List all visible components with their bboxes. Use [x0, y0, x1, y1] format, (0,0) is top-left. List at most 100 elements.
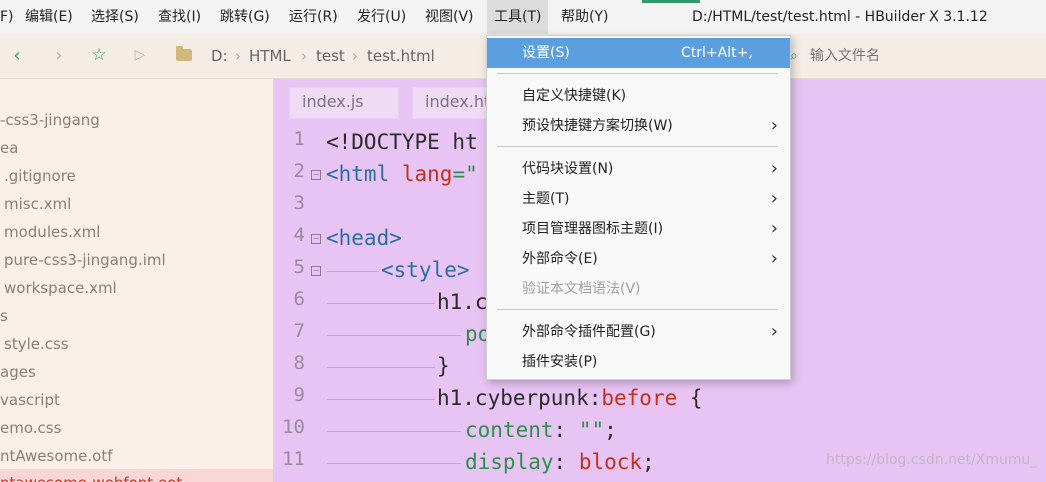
tree-item[interactable]: .gitignore	[4, 162, 76, 190]
menu-help[interactable]: 帮助(Y)	[561, 0, 608, 34]
code-line-8: }	[437, 350, 450, 382]
line-number: 11	[282, 448, 305, 470]
code-line-1: <!DOCTYPE ht	[326, 126, 478, 158]
tree-item[interactable]: ages	[0, 358, 36, 386]
run-icon[interactable]: ▷	[127, 42, 153, 68]
menu-edit[interactable]: 编辑(E)	[25, 0, 73, 34]
code-prop: display	[465, 450, 554, 474]
menu-item-label: 自定义快捷键(K)	[522, 88, 627, 104]
breadcrumb-file[interactable]: test.html	[367, 34, 435, 78]
indent-guide	[327, 431, 461, 432]
menu-item-label: 代码块设置(N)	[522, 161, 614, 177]
tree-item[interactable]: s	[0, 302, 8, 330]
forward-icon[interactable]: ›	[46, 42, 72, 68]
menu-item-settings[interactable]: 设置(S) Ctrl+Alt+,	[487, 38, 790, 68]
menu-item-label: 验证本文档语法(V)	[522, 281, 641, 297]
code-tag: <head>	[326, 226, 402, 250]
tree-item[interactable]: misc.xml	[4, 190, 71, 218]
window-title: D:/HTML/test/test.html - HBuilder X 3.1.…	[692, 9, 988, 25]
folder-icon	[176, 46, 192, 61]
menu-item-icon-theme[interactable]: 项目管理器图标主题(I) ›	[487, 214, 790, 244]
indent-guide	[327, 271, 379, 272]
tools-menu-dropdown: 设置(S) Ctrl+Alt+, 自定义快捷键(K) 预设快捷键方案切换(W) …	[486, 35, 791, 380]
tree-item[interactable]: workspace.xml	[4, 274, 117, 302]
menu-separator	[497, 146, 778, 147]
menu-view[interactable]: 视图(V)	[425, 0, 474, 34]
fold-icon[interactable]: −	[311, 234, 321, 244]
line-number: 1	[293, 128, 305, 150]
line-number: 4	[293, 224, 305, 246]
code-line-6: h1.c	[437, 286, 488, 318]
tree-item[interactable]: style.css	[4, 330, 69, 358]
line-number: 2	[293, 160, 305, 182]
menu-item-theme[interactable]: 主题(T) ›	[487, 184, 790, 214]
line-number: 7	[293, 320, 305, 342]
code-string: ""	[578, 418, 605, 442]
menu-item-install-plugin[interactable]: 插件安装(P)	[487, 347, 790, 377]
tree-item[interactable]: modules.xml	[4, 218, 100, 246]
back-icon[interactable]: ‹	[4, 42, 30, 68]
menu-separator	[497, 73, 778, 74]
fold-icon[interactable]: −	[311, 170, 321, 180]
code-text: :	[553, 418, 579, 442]
tree-item[interactable]: -css3-jingang	[0, 106, 100, 134]
tab-index-js[interactable]: index.js	[289, 87, 399, 119]
indent-guide	[327, 303, 435, 304]
code-text: }	[437, 354, 450, 378]
chevron-right-icon: ›	[770, 321, 778, 342]
menu-item-label: 外部命令插件配置(G)	[522, 324, 656, 340]
menu-item-label: 外部命令(E)	[522, 251, 598, 267]
tree-item[interactable]: ntAwesome.otf	[0, 442, 112, 470]
menu-file[interactable]: F)	[0, 0, 14, 34]
code-line-4: <head>	[326, 222, 402, 254]
code-line-9: h1.cyberpunk:before {	[437, 382, 703, 414]
chevron-right-icon: ›	[770, 248, 778, 269]
menu-item-external-plugin-config[interactable]: 外部命令插件配置(G) ›	[487, 317, 790, 347]
menu-item-snippet-settings[interactable]: 代码块设置(N) ›	[487, 154, 790, 184]
file-search-input[interactable]: 输入文件名	[810, 34, 880, 78]
code-text: ;	[642, 450, 655, 474]
menu-item-label: 项目管理器图标主题(I)	[522, 221, 664, 237]
breadcrumb-sep-icon: ›	[352, 47, 358, 65]
code-line-5: <style>	[381, 254, 470, 286]
breadcrumb-test[interactable]: test	[316, 34, 345, 78]
menu-item-preset-shortcut-scheme[interactable]: 预设快捷键方案切换(W) ›	[487, 111, 790, 141]
line-number: 9	[293, 384, 305, 406]
tree-item[interactable]: ea	[0, 134, 18, 162]
tree-item[interactable]: pure-css3-jingang.iml	[4, 246, 166, 274]
menu-item-custom-shortcuts[interactable]: 自定义快捷键(K)	[487, 81, 790, 111]
menu-select[interactable]: 选择(S)	[91, 0, 139, 34]
breadcrumb-drive[interactable]: D:	[211, 34, 228, 78]
star-icon[interactable]: ☆	[86, 42, 112, 68]
menu-tools[interactable]: 工具(T)	[487, 0, 549, 34]
code-value: block	[578, 450, 643, 474]
menu-publish[interactable]: 发行(U)	[357, 0, 406, 34]
line-number: 6	[293, 288, 305, 310]
menu-item-label: 插件安装(P)	[522, 354, 598, 370]
tree-item[interactable]: vascript	[0, 386, 60, 414]
menu-run[interactable]: 运行(R)	[289, 0, 338, 34]
menu-item-shortcut: Ctrl+Alt+,	[681, 45, 753, 61]
code-text: ;	[604, 418, 617, 442]
breadcrumb-html[interactable]: HTML	[249, 34, 291, 78]
code-string: ="	[452, 162, 478, 186]
tree-item-selected[interactable]: ntawesome-webfont.eot	[0, 469, 273, 482]
chevron-right-icon: ›	[770, 158, 778, 179]
code-prop: content	[465, 418, 554, 442]
chevron-right-icon: ›	[770, 115, 778, 136]
fold-icon[interactable]: −	[311, 266, 321, 276]
tree-item[interactable]: emo.css	[0, 414, 61, 442]
menu-item-external-commands[interactable]: 外部命令(E) ›	[487, 244, 790, 274]
menu-item-validate-syntax: 验证本文档语法(V)	[487, 274, 790, 304]
menu-goto[interactable]: 跳转(G)	[220, 0, 270, 34]
chevron-right-icon: ›	[770, 188, 778, 209]
code-selector: h1.cyberpunk:	[437, 386, 602, 410]
breadcrumb-sep-icon: ›	[301, 47, 307, 65]
line-number: 3	[293, 192, 305, 214]
menu-separator	[497, 309, 778, 310]
menu-find[interactable]: 查找(I)	[158, 0, 201, 34]
search-icon: ⌕	[790, 48, 798, 64]
code-text: <!DOCTYPE ht	[326, 130, 478, 154]
menu-item-label: 主题(T)	[522, 191, 570, 207]
code-keyword: before	[601, 386, 678, 410]
